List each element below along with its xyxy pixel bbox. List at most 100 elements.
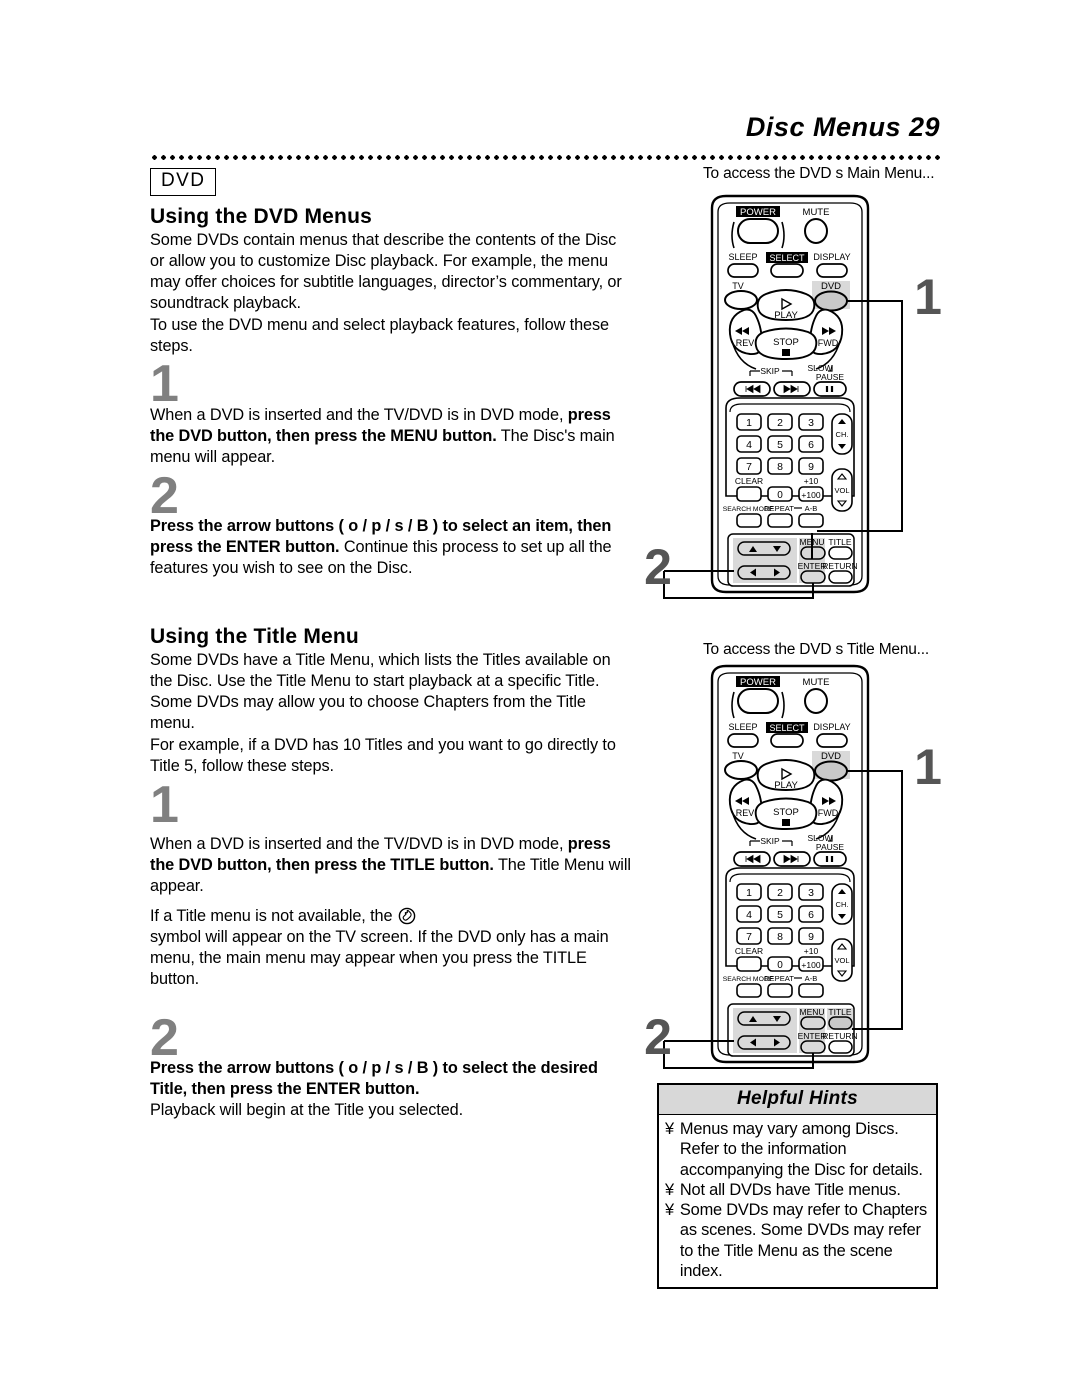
remote-svg-1: POWER MUTE SLEEP SELECT DISPLAY TV DVD P… (644, 194, 942, 599)
arrow-left-right-button-2[interactable] (737, 1035, 791, 1050)
callout-number-1-2: 1 (914, 739, 942, 795)
pause-label-1: PAUSE (816, 372, 845, 382)
hint-bullet: ¥ (665, 1180, 674, 1199)
manual-page: Disc Menus 29 DVD Using the DVD Menus So… (0, 0, 1080, 1397)
svg-text:8: 8 (777, 461, 783, 473)
mute-button-2[interactable] (804, 688, 828, 714)
repeat-label-2: REPEAT (764, 974, 794, 983)
sleep-label-2: SLEEP (728, 722, 757, 732)
svg-text:5: 5 (777, 909, 783, 921)
ab-button-1[interactable] (798, 513, 824, 528)
vol-label-2: VOL (834, 956, 849, 965)
stop-square-icon-1 (782, 349, 790, 356)
svg-text:5: 5 (777, 439, 783, 451)
svg-text:2: 2 (777, 417, 783, 429)
repeat-button-2[interactable] (767, 983, 793, 998)
dvd-menus-paragraph-1: Some DVDs contain menus that describe th… (150, 230, 622, 312)
svg-text:3: 3 (808, 887, 814, 899)
enter-button-2[interactable] (800, 1040, 826, 1054)
dvd-media-chip: DVD (150, 168, 217, 196)
dvd-button-2[interactable] (814, 760, 848, 782)
arrow-up-down-button-2[interactable] (737, 1011, 791, 1026)
title-step-2-number: 2 (150, 1008, 179, 1067)
power-button-2[interactable] (737, 688, 779, 714)
hint-bullet: ¥ (665, 1120, 674, 1138)
display-button-1[interactable] (816, 263, 848, 278)
dvd-step-1: 1 When a DVD is inserted and the TV/DVD … (150, 359, 632, 468)
select-button-2[interactable] (770, 733, 804, 748)
remote-control-diagram-main-menu: POWER MUTE SLEEP SELECT DISPLAY TV DVD P… (640, 186, 970, 611)
dvd-step-1-text: When a DVD is inserted and the TV/DVD is… (150, 405, 632, 468)
arrow-left-right-button-1[interactable] (737, 565, 791, 580)
return-button-2[interactable] (828, 1040, 853, 1054)
svg-text:4: 4 (746, 439, 752, 451)
pause-label-2: PAUSE (816, 842, 845, 852)
clear-button-2[interactable] (736, 956, 762, 972)
svg-text:6: 6 (808, 909, 814, 921)
mute-button-1[interactable] (804, 218, 828, 244)
title-step-1-text: When a DVD is inserted and the TV/DVD is… (150, 834, 632, 897)
clear-button-1[interactable] (736, 486, 762, 502)
dvd-step-2: 2 Press the arrow buttons ( o / p / s / … (150, 466, 632, 579)
play-label-1: PLAY (774, 310, 798, 321)
title-step-1-number: 1 (150, 775, 179, 834)
skip-label-1: SKIP (760, 366, 780, 376)
mute-label-2: MUTE (803, 677, 830, 688)
repeat-button-1[interactable] (767, 513, 793, 528)
step2-spacer (150, 998, 632, 1018)
left-content-column: DVD Using the DVD Menus Some DVDs contai… (150, 168, 632, 1121)
tv-button-2[interactable] (724, 760, 758, 780)
enter-button-1[interactable] (800, 570, 826, 584)
return-label-1: RETURN (822, 561, 857, 571)
search-mode-button-2[interactable] (736, 983, 762, 998)
pause-button-2[interactable] (813, 851, 847, 867)
sleep-button-2[interactable] (727, 733, 759, 748)
tv-label-1: TV (732, 281, 744, 291)
arrow-up-down-button-1[interactable] (737, 541, 791, 556)
power-label-1: POWER (740, 207, 776, 218)
return-button-1[interactable] (828, 570, 853, 584)
hint-text: Menus may vary among Discs. Refer to the… (679, 1120, 923, 1179)
skip-label-2: SKIP (760, 836, 780, 846)
select-button-1[interactable] (770, 263, 804, 278)
callout-number-2-2: 2 (644, 1009, 672, 1065)
svg-text:1: 1 (746, 417, 752, 429)
title-menu-paragraph-2: For example, if a DVD has 10 Titles and … (150, 735, 616, 775)
title-step-2-text: Press the arrow buttons ( o / p / s / B … (150, 1058, 632, 1100)
title-button-1[interactable] (828, 546, 853, 560)
title-step-2: 2 Press the arrow buttons ( o / p / s / … (150, 998, 632, 1121)
note-pre-text: If a Title menu is not available, the (150, 907, 397, 926)
title-step-1: 1 When a DVD is inserted and the TV/DVD … (150, 775, 632, 990)
title-button-2[interactable] (828, 1016, 853, 1030)
play-label-2: PLAY (774, 780, 798, 791)
search-mode-button-1[interactable] (736, 513, 762, 528)
svg-text:1: 1 (746, 887, 752, 899)
svg-text:+100: +100 (801, 960, 820, 970)
dvd-step-2-number: 2 (150, 466, 179, 525)
hint-text: Some DVDs may refer to Chapters as scene… (679, 1201, 927, 1280)
plus10-label-2: +10 (804, 946, 819, 956)
hint-item: ¥ Some DVDs may refer to Chapters as sce… (665, 1200, 932, 1281)
dvd-button-1[interactable] (814, 290, 848, 312)
power-button-1[interactable] (737, 218, 779, 244)
remote-control-diagram-title-menu: POWER MUTE SLEEP SELECT DISPLAY TV DVD P… (640, 656, 970, 1081)
dvd-label-2: DVD (821, 751, 841, 762)
stop-label-1: STOP (773, 337, 799, 348)
pause-button-1[interactable] (813, 381, 847, 397)
sleep-button-1[interactable] (727, 263, 759, 278)
rev-label-1: REV (736, 338, 755, 348)
ab-button-2[interactable] (798, 983, 824, 998)
svg-text:7: 7 (746, 931, 752, 943)
tv-button-1[interactable] (724, 290, 758, 310)
fwd-label-2: FWD (818, 808, 839, 818)
remote-svg-2: POWER MUTE SLEEP SELECT DISPLAY TV DVD P… (644, 664, 942, 1069)
svg-text:4: 4 (746, 909, 752, 921)
title-step-2-post: Playback will begin at the Title you sel… (150, 1101, 464, 1120)
rev-label-2: REV (736, 808, 755, 818)
svg-text:7: 7 (746, 461, 752, 473)
menu-button-2[interactable] (800, 1016, 826, 1030)
fwd-label-1: FWD (818, 338, 839, 348)
select-label-1: SELECT (769, 253, 805, 263)
display-button-2[interactable] (816, 733, 848, 748)
clear-label-1: CLEAR (735, 476, 763, 486)
